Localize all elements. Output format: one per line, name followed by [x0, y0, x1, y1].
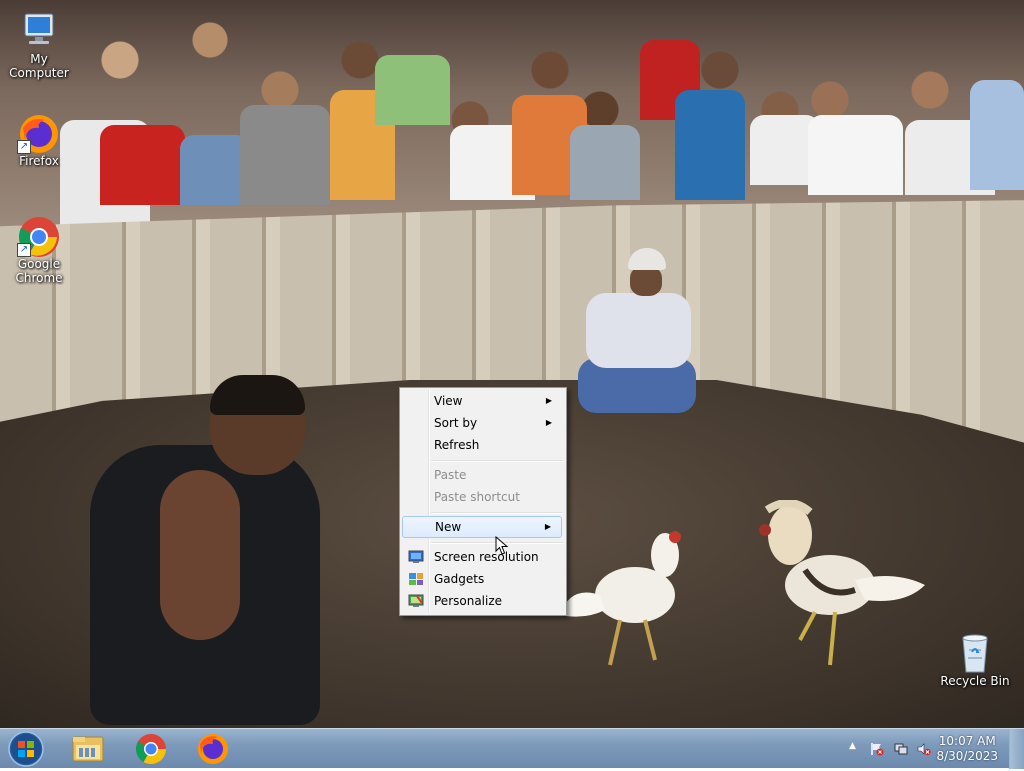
firefox-icon: ↗	[17, 112, 59, 154]
wallpaper-rooster-speckled	[759, 500, 925, 666]
menu-separator	[431, 460, 563, 462]
taskbar-firefox-button[interactable]	[187, 731, 239, 767]
recycle-bin-icon	[955, 632, 995, 673]
menu-item-screen-resolution[interactable]: Screen resolution	[402, 546, 562, 568]
system-tray: ▲ 10:07 AM 8/30/2023	[834, 729, 1024, 769]
menu-item-paste[interactable]: Paste	[402, 464, 562, 486]
network-icon[interactable]	[894, 742, 908, 756]
menu-item-paste-shortcut[interactable]: Paste shortcut	[402, 486, 562, 508]
clock-time: 10:07 AM	[938, 734, 996, 748]
chrome-icon	[135, 734, 166, 765]
desktop-icon-label: Recycle Bin	[940, 674, 1010, 688]
chrome-icon: ↗	[17, 215, 59, 257]
desktop-icon-my-computer[interactable]: My Computer	[1, 10, 77, 80]
wallpaper-rooster-white	[560, 531, 681, 666]
taskbar-clock[interactable]: 10:07 AM 8/30/2023	[936, 734, 998, 764]
start-button[interactable]	[6, 730, 46, 768]
menu-item-label: Personalize	[434, 594, 503, 608]
firefox-icon	[198, 734, 228, 764]
menu-item-label: Paste	[434, 468, 467, 482]
desktop-context-menu: View ▶ Sort by ▶ Refresh Paste Paste sho…	[399, 387, 567, 616]
desktop-icon-label: Google Chrome	[15, 257, 63, 285]
desktop-icon-label: Firefox	[19, 154, 59, 168]
menu-item-label: Refresh	[434, 438, 480, 452]
volume-muted-icon[interactable]	[917, 742, 931, 756]
taskbar-explorer-button[interactable]	[62, 731, 114, 767]
wallpaper-man-foreground	[90, 375, 320, 725]
explorer-icon	[72, 736, 104, 762]
menu-separator	[431, 512, 563, 514]
desktop-icon-label: My Computer	[9, 52, 69, 80]
action-center-flag-icon[interactable]	[870, 742, 884, 756]
menu-item-new[interactable]: New ▶	[402, 516, 562, 538]
desktop-icon-firefox[interactable]: ↗ Firefox	[1, 112, 77, 168]
desktop-icon-google-chrome[interactable]: ↗ Google Chrome	[1, 215, 77, 285]
submenu-arrow-icon: ▶	[545, 396, 552, 405]
show-hidden-icons-button[interactable]: ▲	[849, 741, 856, 751]
submenu-arrow-icon: ▶	[545, 418, 552, 427]
computer-icon	[19, 10, 59, 50]
gadgets-icon	[409, 573, 423, 585]
personalize-icon	[408, 594, 424, 607]
submenu-arrow-icon: ▶	[544, 522, 551, 531]
menu-item-refresh[interactable]: Refresh	[402, 434, 562, 456]
clock-date: 8/30/2023	[936, 749, 998, 763]
menu-item-view[interactable]: View ▶	[402, 390, 562, 412]
display-icon	[408, 550, 424, 563]
menu-item-label: Paste shortcut	[434, 490, 520, 504]
menu-item-label: Gadgets	[434, 572, 485, 586]
desktop-wallpaper	[0, 0, 1024, 728]
taskbar-chrome-button[interactable]	[125, 731, 177, 767]
menu-item-label: Screen resolution	[434, 550, 539, 564]
menu-item-label: New	[435, 520, 462, 534]
taskbar: ▲ 10:07 AM 8/30/2023	[0, 728, 1024, 769]
menu-item-label: View	[434, 394, 463, 408]
windows-start-icon	[8, 731, 44, 767]
menu-item-personalize[interactable]: Personalize	[402, 590, 562, 612]
mouse-cursor-icon	[495, 536, 509, 555]
wallpaper-crowd	[0, 0, 1024, 230]
menu-item-gadgets[interactable]: Gadgets	[402, 568, 562, 590]
menu-item-sort-by[interactable]: Sort by ▶	[402, 412, 562, 434]
desktop-icon-recycle-bin[interactable]: Recycle Bin	[937, 632, 1013, 688]
show-desktop-button[interactable]	[1009, 729, 1024, 769]
wallpaper-crouching-man	[578, 248, 698, 433]
menu-item-label: Sort by	[434, 416, 478, 430]
